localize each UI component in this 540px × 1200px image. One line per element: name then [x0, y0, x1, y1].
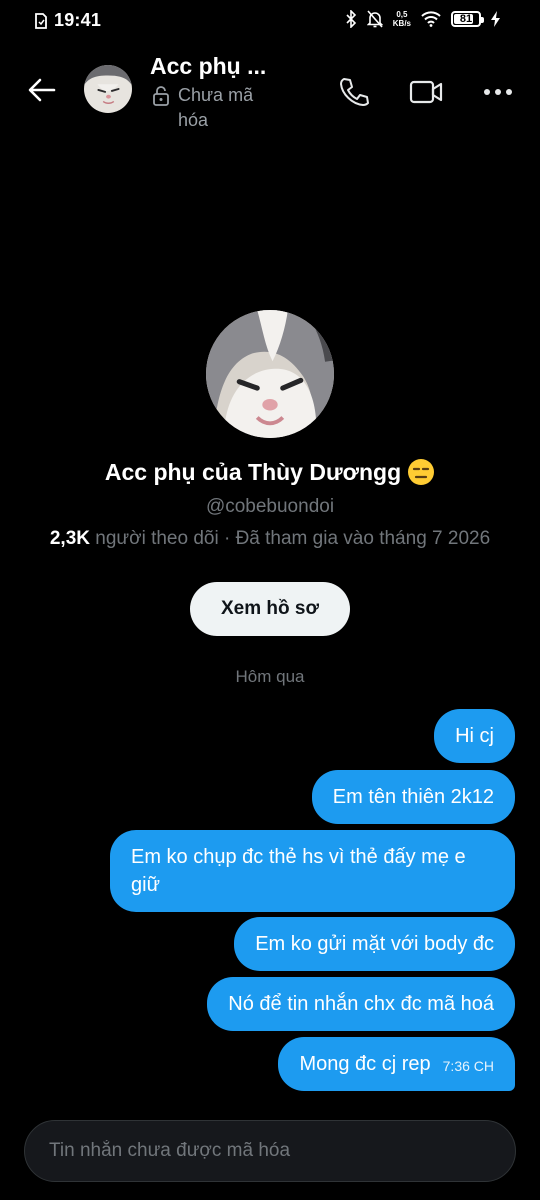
chat-header: Acc phụ ... Chưa mã hóa: [0, 48, 540, 138]
message-composer: [24, 1120, 516, 1182]
date-separator: Hôm qua: [235, 667, 305, 686]
profile-avatar[interactable]: [206, 310, 334, 438]
profile-name: Acc phụ của Thùy Dươngg: [104, 458, 402, 485]
status-bar: 19:41 0,5 KB/s 81: [0, 0, 540, 42]
expressionless-face-icon: [408, 459, 435, 485]
chat-screen: 19:41 0,5 KB/s 81 Acc phụ ... Chưa mã hó…: [0, 0, 540, 1200]
message-text: Mong đc cj rep: [299, 1053, 431, 1075]
message-text: Nó để tin nhắn chx đc mã hoá: [228, 993, 494, 1015]
cat-avatar-image: [84, 65, 132, 113]
message-bubble[interactable]: Nó để tin nhắn chx đc mã hoá: [207, 977, 515, 1031]
message-text: Em tên thiên 2k12: [332, 786, 494, 808]
phone-icon: [340, 78, 369, 106]
more-options-button[interactable]: [478, 72, 518, 112]
video-camera-icon: [409, 80, 443, 104]
battery-cap: [481, 17, 484, 23]
arrow-left-icon: [28, 78, 56, 102]
network-speed-unit: KB/s: [392, 19, 411, 28]
more-dots-icon: [484, 89, 512, 95]
followers-label: người theo dõi · Đã tham gia vào tháng 7…: [95, 528, 491, 549]
network-speed-value: 0,5: [396, 10, 408, 19]
message-bubble[interactable]: Em tên thiên 2k12: [311, 770, 515, 824]
battery-percent: 81: [459, 13, 473, 25]
video-call-button[interactable]: [406, 72, 446, 112]
profile-stats: 2,3K người theo dõi · Đã tham gia vào th…: [0, 528, 540, 550]
network-speed: 0,5 KB/s: [393, 10, 411, 28]
status-time: 19:41: [54, 10, 102, 30]
wifi-icon: [421, 11, 441, 27]
bluetooth-icon: [346, 10, 356, 28]
followers-count: 2,3K: [49, 528, 90, 549]
encryption-status: Chưa mã hóa: [152, 83, 282, 133]
battery-indicator: 81: [451, 11, 484, 27]
status-right: 0,5 KB/s 81: [345, 10, 500, 28]
cat-avatar-image: [206, 310, 334, 438]
profile-handle: @cobebuondoi: [205, 496, 335, 517]
profile-card: Acc phụ của Thùy Dươngg @cobebuondoi 2,3…: [0, 310, 540, 636]
charging-icon: [491, 11, 500, 27]
message-bubble[interactable]: Mong đc cj rep 7:36 CH: [278, 1037, 515, 1091]
message-input[interactable]: [25, 1121, 515, 1181]
unlocked-icon: [153, 86, 169, 106]
message-bubble[interactable]: Em ko gửi mặt với body đc: [234, 917, 515, 971]
message-bubble[interactable]: Hi cj: [434, 709, 515, 763]
call-button[interactable]: [334, 72, 374, 112]
header-avatar[interactable]: [84, 65, 132, 113]
mute-bell-icon: [366, 10, 383, 28]
header-contact-name: Acc phụ ...: [150, 53, 267, 79]
view-profile-button[interactable]: Xem hồ sơ: [190, 582, 350, 636]
message-text: Em ko gửi mặt với body đc: [255, 933, 494, 955]
message-text: Em ko chụp đc thẻ hs vì thẻ đấy mẹ e giữ: [131, 846, 466, 896]
message-bubble[interactable]: Em ko chụp đc thẻ hs vì thẻ đấy mẹ e giữ: [110, 830, 515, 912]
message-text: Hi cj: [455, 725, 494, 747]
encryption-status-text: Chưa mã hóa: [178, 85, 254, 130]
back-button[interactable]: [24, 72, 60, 108]
screenshot-file-icon: [35, 12, 47, 29]
status-left: 19:41: [34, 10, 101, 31]
message-timestamp: 7:36 CH: [442, 1058, 494, 1074]
profile-name-row: Acc phụ của Thùy Dươngg: [0, 458, 540, 486]
